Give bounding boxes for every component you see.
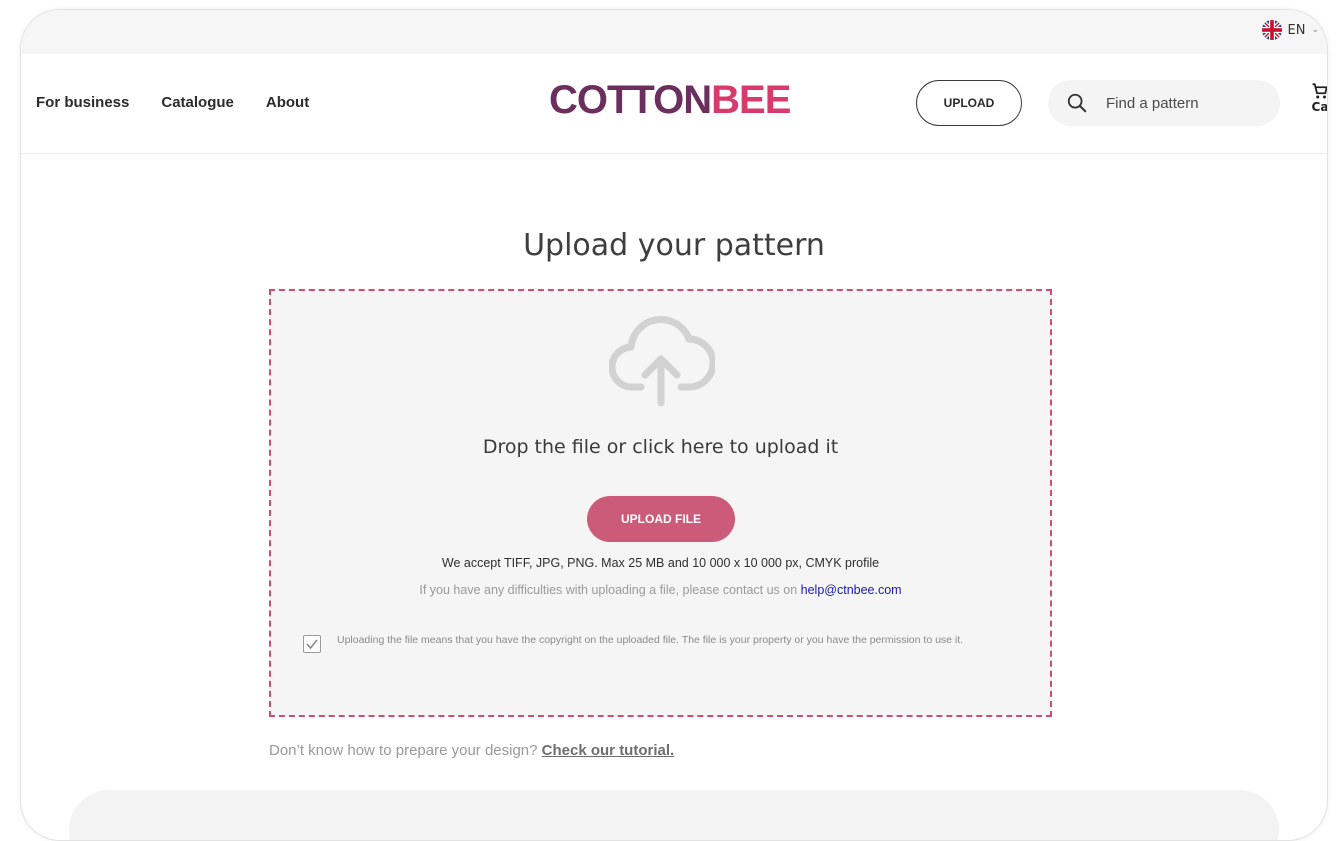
main-nav: For business Catalogue About xyxy=(36,94,309,111)
search-icon xyxy=(1067,93,1087,113)
chevron-down-icon: ⌄ xyxy=(1311,25,1319,35)
nav-item-about[interactable]: About xyxy=(266,94,309,111)
cottonbee-logo[interactable]: COTTON BEE xyxy=(549,78,791,122)
language-selector[interactable]: EN ⌄ xyxy=(1261,20,1319,40)
cart-label: Ca xyxy=(1311,100,1328,114)
search-box[interactable] xyxy=(1048,80,1280,126)
upload-file-button[interactable]: UPLOAD FILE xyxy=(587,496,735,542)
logo-part-cotton: COTTON xyxy=(549,78,712,122)
main-header: For business Catalogue About COTTON BEE … xyxy=(21,54,1327,154)
browser-frame: EN ⌄ For business Catalogue About COTTON… xyxy=(20,9,1328,841)
nav-item-for-business[interactable]: For business xyxy=(36,94,129,111)
copyright-checkbox[interactable] xyxy=(303,635,321,653)
upload-button[interactable]: UPLOAD xyxy=(916,80,1022,126)
upload-dropzone[interactable]: Drop the file or click here to upload it… xyxy=(269,289,1052,717)
language-label: EN xyxy=(1287,22,1306,38)
bottom-section-card xyxy=(69,790,1279,840)
copyright-consent: Uploading the file means that you have t… xyxy=(303,633,1023,653)
top-bar: EN ⌄ xyxy=(21,10,1327,54)
contact-text: If you have any difficulties with upload… xyxy=(271,583,1050,597)
accepted-formats-text: We accept TIFF, JPG, PNG. Max 25 MB and … xyxy=(441,556,880,570)
tutorial-link[interactable]: Check our tutorial. xyxy=(542,742,675,759)
logo-part-bee: BEE xyxy=(711,78,791,122)
tutorial-question: Don’t know how to prepare your design? xyxy=(269,742,542,759)
uk-flag-icon xyxy=(1261,20,1282,40)
cart[interactable]: Ca xyxy=(1311,82,1328,114)
copyright-consent-text: Uploading the file means that you have t… xyxy=(337,634,964,646)
drop-instruction: Drop the file or click here to upload it xyxy=(482,436,839,458)
help-email-link[interactable]: help@ctnbee.com xyxy=(801,583,902,597)
tutorial-prompt: Don’t know how to prepare your design? C… xyxy=(269,742,674,759)
page-title: Upload your pattern xyxy=(523,228,825,263)
cart-icon xyxy=(1312,83,1327,99)
cloud-upload-icon xyxy=(609,316,715,407)
contact-prompt: If you have any difficulties with upload… xyxy=(419,583,801,597)
checkmark-icon xyxy=(306,639,318,650)
nav-item-catalogue[interactable]: Catalogue xyxy=(161,94,234,111)
search-input[interactable] xyxy=(1104,93,1268,113)
